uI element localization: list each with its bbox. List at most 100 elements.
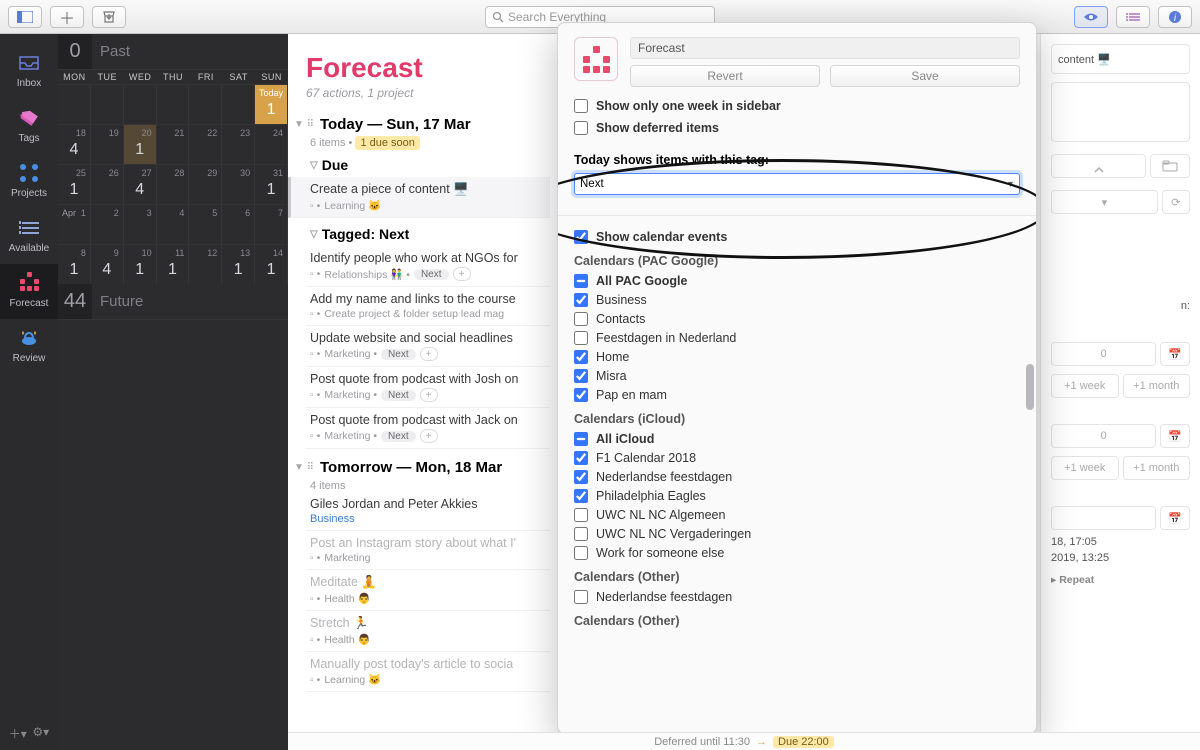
task-row[interactable]: Post quote from podcast with Josh on ▫ •…: [306, 367, 550, 408]
inspector-notes[interactable]: [1051, 82, 1190, 142]
defer-0[interactable]: 0: [1051, 342, 1156, 366]
calendar-item[interactable]: Home: [574, 350, 1020, 364]
defer-1m[interactable]: +1 month: [1123, 374, 1191, 398]
cal-day[interactable]: [91, 84, 124, 124]
cal-future-row[interactable]: 44 Future: [58, 284, 288, 320]
add-tag-button[interactable]: +: [453, 267, 471, 281]
tag-pill[interactable]: Next: [381, 431, 416, 442]
calendar-item[interactable]: Philadelphia Eagles: [574, 489, 1020, 503]
cal-day[interactable]: 12: [189, 244, 222, 284]
calendar-item[interactable]: Contacts: [574, 312, 1020, 326]
cal-day[interactable]: 311: [255, 164, 288, 204]
cal-icon[interactable]: 📅: [1160, 506, 1190, 530]
cal-day[interactable]: Apr1: [58, 204, 91, 244]
show-calendar-events-checkbox[interactable]: Show calendar events: [574, 230, 1020, 244]
cal-icon[interactable]: 📅: [1160, 424, 1190, 448]
task-row[interactable]: Giles Jordan and Peter Akkies Business: [306, 492, 550, 531]
cal-day[interactable]: 23: [222, 124, 255, 164]
calendar-item[interactable]: UWC NL NC Vergaderingen: [574, 527, 1020, 541]
cal-all-icloud[interactable]: All iCloud: [574, 432, 1020, 446]
show-deferred-checkbox[interactable]: Show deferred items: [574, 121, 1020, 135]
cal-day[interactable]: [157, 84, 190, 124]
cal-day[interactable]: 24: [255, 124, 288, 164]
cal-day[interactable]: 7: [255, 204, 288, 244]
cal-day[interactable]: 29: [189, 164, 222, 204]
due-0[interactable]: 0: [1051, 424, 1156, 448]
tag-pill[interactable]: Next: [414, 269, 449, 280]
settings-button[interactable]: ⚙︎▾: [32, 725, 49, 742]
cal-day[interactable]: 5: [189, 204, 222, 244]
cal-day[interactable]: 22: [189, 124, 222, 164]
due-1m[interactable]: +1 month: [1123, 456, 1191, 480]
add-button[interactable]: ＋: [50, 6, 84, 28]
perspective-name-field[interactable]: [630, 37, 1020, 59]
cal-day[interactable]: 30: [222, 164, 255, 204]
save-button[interactable]: Save: [830, 65, 1020, 87]
tag-field[interactable]: ▾: [1051, 190, 1158, 214]
cal-day[interactable]: 94: [91, 244, 124, 284]
sidebar-toggle-button[interactable]: [8, 6, 42, 28]
scrollbar-thumb[interactable]: [1026, 364, 1034, 410]
tag-pill[interactable]: Next: [381, 390, 416, 401]
repeat-row[interactable]: ▸ Repeat: [1051, 574, 1190, 586]
nav-projects[interactable]: Projects: [0, 154, 58, 209]
cal-day[interactable]: 2: [91, 204, 124, 244]
cal-day[interactable]: 21: [157, 124, 190, 164]
calendar-item[interactable]: UWC NL NC Algemeen: [574, 508, 1020, 522]
inspector-title-field[interactable]: content 🖥️: [1051, 44, 1190, 74]
show-one-week-checkbox[interactable]: Show only one week in sidebar: [574, 99, 1020, 113]
nav-forecast[interactable]: Forecast: [0, 264, 58, 319]
calendar-item[interactable]: Pap en mam: [574, 388, 1020, 402]
cal-day[interactable]: 111: [157, 244, 190, 284]
add-tag-button[interactable]: +: [420, 429, 438, 443]
cal-day[interactable]: 81: [58, 244, 91, 284]
calendar-item[interactable]: F1 Calendar 2018: [574, 451, 1020, 465]
add-perspective-button[interactable]: ＋▾: [9, 725, 27, 742]
cal-day[interactable]: 184: [58, 124, 91, 164]
cal-past-row[interactable]: 0 Past: [58, 34, 288, 70]
nav-available[interactable]: Available: [0, 209, 58, 264]
today-tag-select[interactable]: Next: [574, 173, 1020, 195]
view-list-button[interactable]: [1116, 6, 1150, 28]
cal-day[interactable]: [222, 84, 255, 124]
nav-review[interactable]: Review: [0, 319, 58, 374]
tag-pill[interactable]: Next: [381, 349, 416, 360]
cal-day[interactable]: 274: [124, 164, 157, 204]
task-row[interactable]: Create a piece of content 🖥️ ▫ •Learning…: [288, 177, 550, 218]
calendar-item[interactable]: Nederlandse feestdagen: [574, 590, 1020, 604]
tagged-header[interactable]: ▽Tagged: Next: [310, 226, 550, 242]
task-row[interactable]: Stretch 🏃 ▫ •Health 👨: [306, 611, 550, 652]
calendar-item[interactable]: Work for someone else: [574, 546, 1020, 560]
folder-button[interactable]: [1150, 154, 1190, 178]
cal-day[interactable]: 101: [124, 244, 157, 284]
cal-day[interactable]: [58, 84, 91, 124]
cal-icon[interactable]: 📅: [1160, 342, 1190, 366]
cal-day[interactable]: [189, 84, 222, 124]
today-header[interactable]: ▼ ⠿ Today — Sun, 17 Mar: [294, 116, 550, 133]
calendar-item[interactable]: Misra: [574, 369, 1020, 383]
task-row[interactable]: Meditate 🧘 ▫ •Health 👨: [306, 570, 550, 611]
view-eye-button[interactable]: [1074, 6, 1108, 28]
task-row[interactable]: Identify people who work at NGOs for ▫ •…: [306, 246, 550, 287]
task-row[interactable]: Add my name and links to the course ▫ •C…: [306, 287, 550, 326]
task-row[interactable]: Post an Instagram story about what I' ▫ …: [306, 531, 550, 570]
add-tag-button[interactable]: +: [420, 388, 438, 402]
cal-day[interactable]: 201: [124, 124, 157, 164]
revert-button[interactable]: Revert: [630, 65, 820, 87]
calendar-item[interactable]: Nederlandse feestdagen: [574, 470, 1020, 484]
nav-tags[interactable]: Tags: [0, 99, 58, 154]
defer-1w[interactable]: +1 week: [1051, 374, 1119, 398]
cal-day[interactable]: 26: [91, 164, 124, 204]
cal-day[interactable]: 28: [157, 164, 190, 204]
task-row[interactable]: Manually post today's article to socia ▫…: [306, 652, 550, 692]
due-1w[interactable]: +1 week: [1051, 456, 1119, 480]
due-header[interactable]: ▽Due: [310, 157, 550, 173]
task-row[interactable]: Update website and social headlines ▫ •M…: [306, 326, 550, 367]
cal-day[interactable]: 6: [222, 204, 255, 244]
info-button[interactable]: i: [1158, 6, 1192, 28]
cal-day[interactable]: Today1: [255, 84, 288, 124]
task-row[interactable]: Post quote from podcast with Jack on ▫ •…: [306, 408, 550, 449]
cal-day[interactable]: 141: [255, 244, 288, 284]
flag-button[interactable]: [1051, 154, 1146, 178]
calendar-item[interactable]: Business: [574, 293, 1020, 307]
